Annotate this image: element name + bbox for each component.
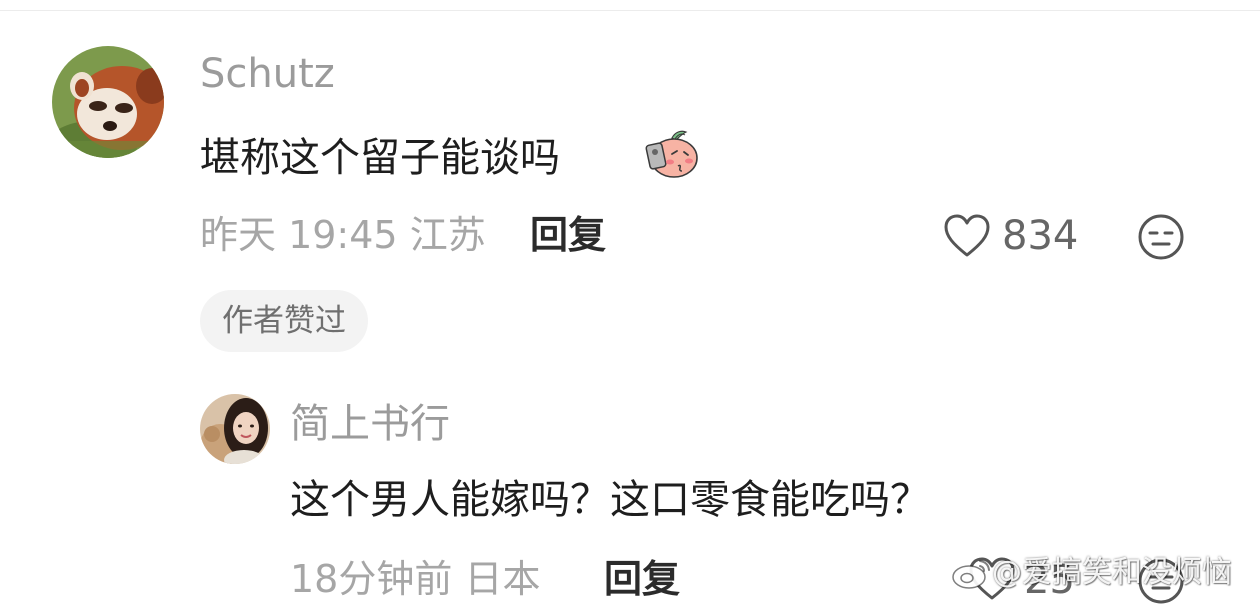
weibo-logo-icon <box>950 555 994 595</box>
comment-meta: 昨天 19:45 江苏 <box>200 216 486 254</box>
reply-text: 这个男人能嫁吗？这口零食能吃吗？ <box>290 477 930 523</box>
like-count: 834 <box>1002 213 1079 259</box>
blushing-peach-emoji-icon <box>642 128 700 184</box>
author-liked-badge: 作者赞过 <box>200 290 368 352</box>
comment-location: 江苏 <box>409 213 486 257</box>
reply-button[interactable]: 回复 <box>530 216 606 254</box>
reply-username[interactable]: 简上书行 <box>290 404 450 444</box>
top-divider <box>0 10 1260 11</box>
heart-icon[interactable] <box>943 213 991 263</box>
comment-time: 昨天 19:45 <box>200 213 398 257</box>
dislike-face-icon[interactable] <box>1136 212 1186 266</box>
comment-username[interactable]: Schutz <box>200 54 335 94</box>
reply-meta: 18分钟前 日本 <box>290 560 540 598</box>
avatar[interactable] <box>52 46 164 158</box>
reply-time: 18分钟前 <box>290 557 453 601</box>
reply-reply-button[interactable]: 回复 <box>604 560 680 598</box>
watermark-text: @爱搞笑和没烦恼 <box>992 555 1232 590</box>
reply-avatar[interactable] <box>200 394 270 464</box>
reply-location: 日本 <box>464 557 541 601</box>
comment-text: 堪称这个留子能谈吗 <box>200 135 560 181</box>
